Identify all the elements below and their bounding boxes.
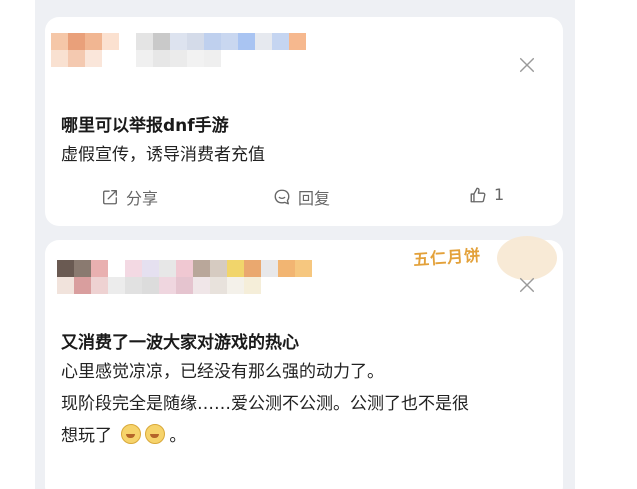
laughing-emoji-icon <box>121 424 142 444</box>
like-count: 1 <box>494 185 505 204</box>
post-feed: 哪里可以举报dnf手游 虚假宣传，诱导消费者充值 分享 回复 1 五仁月饼 又消… <box>35 0 575 489</box>
mosaic-user-header <box>51 33 306 67</box>
post-body-line-3: 想玩了 。 <box>61 420 186 452</box>
close-button[interactable] <box>517 275 537 295</box>
post-card[interactable]: 哪里可以举报dnf手游 虚假宣传，诱导消费者充值 分享 回复 1 <box>45 17 563 226</box>
close-icon <box>519 277 535 293</box>
share-button[interactable]: 分享 <box>101 185 158 209</box>
mosaic-user-header <box>57 260 312 294</box>
comment-icon <box>274 189 290 205</box>
thumbs-up-icon <box>470 187 486 202</box>
post-title[interactable]: 又消费了一波大家对游戏的热心 <box>61 328 299 353</box>
laughing-emoji-icon <box>145 424 166 444</box>
user-badge: 五仁月饼 <box>412 245 482 270</box>
share-label: 分享 <box>126 189 159 208</box>
post-body-line-3-end: 。 <box>169 426 187 446</box>
reply-button[interactable]: 回复 <box>273 185 330 209</box>
post-actions: 分享 回复 1 <box>45 185 563 209</box>
post-body-line-1: 心里感觉凉凉，已经没有那么强的动力了。 <box>61 362 384 382</box>
like-button[interactable]: 1 <box>469 185 504 204</box>
post-title[interactable]: 哪里可以举报dnf手游 <box>61 111 229 136</box>
share-icon <box>103 190 117 205</box>
post-body: 虚假宣传，诱导消费者充值 <box>61 145 265 165</box>
post-body-line-3-text: 想玩了 <box>61 426 112 446</box>
badge-decoration <box>497 236 557 280</box>
post-card[interactable]: 五仁月饼 又消费了一波大家对游戏的热心 心里感觉凉凉，已经没有那么强的动力了。 … <box>45 236 563 489</box>
close-button[interactable] <box>517 55 537 75</box>
post-body-line-2: 现阶段完全是随缘……爱公测不公测。公测了也不是很 <box>61 394 469 414</box>
reply-label: 回复 <box>298 189 331 208</box>
close-icon <box>519 57 535 73</box>
